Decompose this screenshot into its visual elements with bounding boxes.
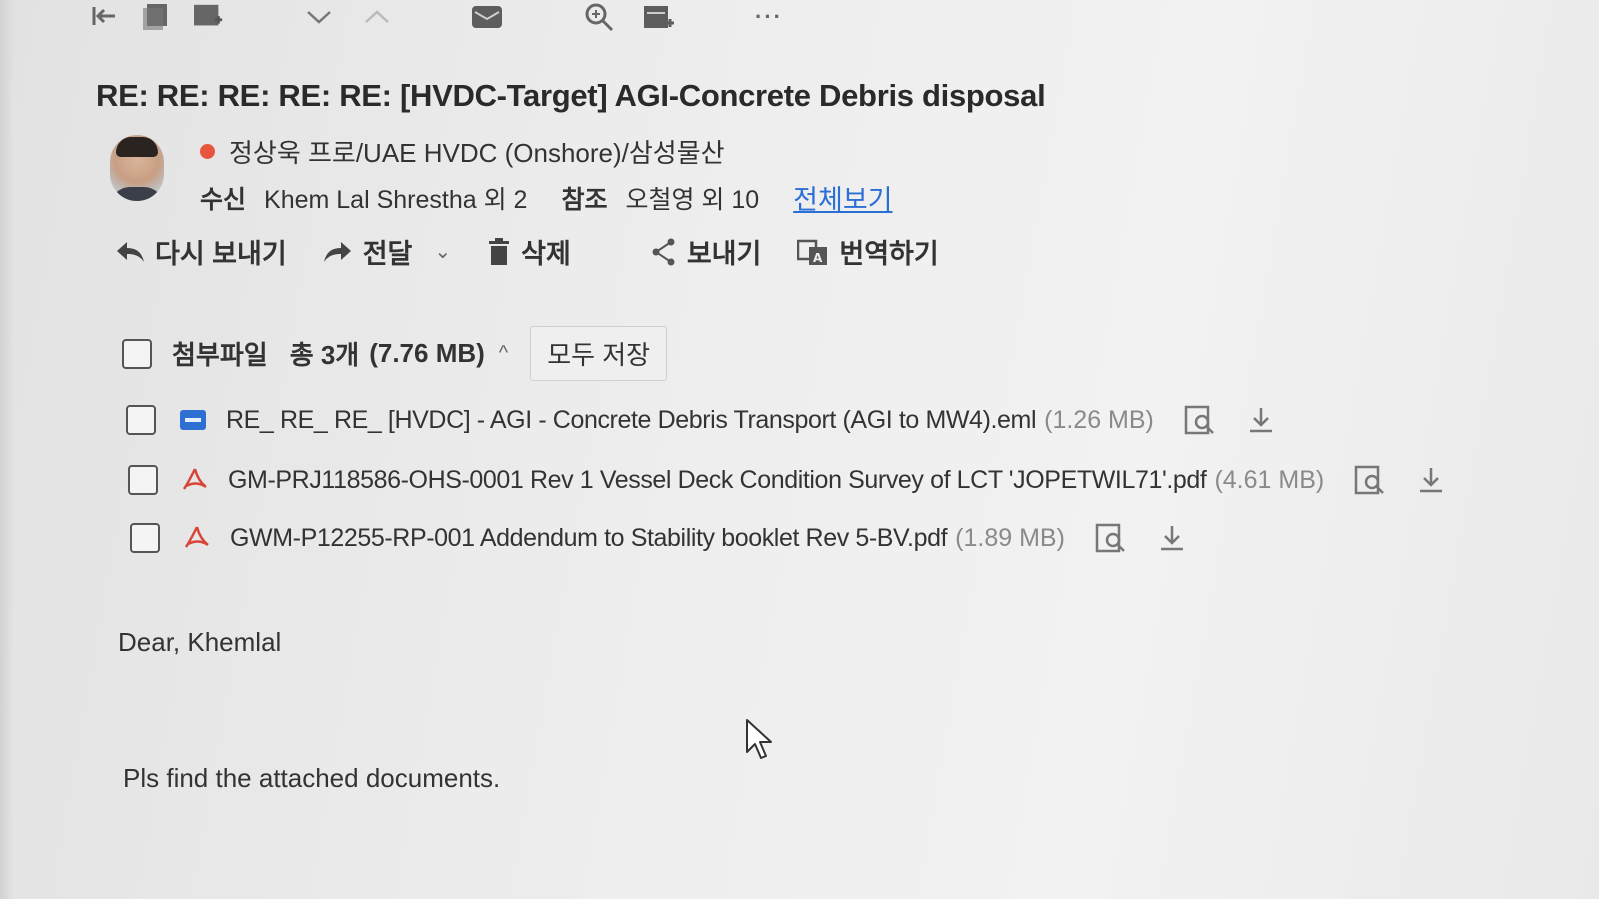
reply-button[interactable]: 다시 보내기 (115, 232, 287, 271)
share-icon (651, 238, 677, 266)
zoom-icon[interactable] (584, 2, 614, 32)
back-to-first-icon[interactable] (90, 2, 120, 32)
collapse-attachments-chevron-icon[interactable]: ^ (499, 342, 508, 365)
attachments-title: 첨부파일 (172, 340, 268, 370)
forward-dropdown-chevron-icon[interactable]: ⌄ (434, 239, 451, 264)
mail-icon[interactable] (472, 2, 502, 32)
to-label: 수신 (200, 185, 247, 214)
delete-button[interactable]: 삭제 (487, 232, 571, 271)
window-edge (0, 0, 14, 899)
email-file-icon (178, 410, 208, 430)
attachments-header: 첨부파일 총 3개 (7.76 MB) ^ 모두 저장 (122, 326, 668, 381)
avatar-hair (116, 137, 158, 157)
forward-icon (323, 240, 353, 264)
reply-icon (115, 240, 145, 264)
pdf-file-icon (180, 467, 210, 493)
delete-label: 삭제 (521, 239, 571, 269)
download-icon[interactable] (1248, 406, 1274, 434)
preview-icon[interactable] (1095, 523, 1127, 553)
translate-icon: A (797, 238, 829, 266)
email-reader-page: ··· RE: RE: RE: RE: RE: [HVDC-Target] AG… (0, 0, 1599, 899)
message-actions: 다시 보내기 전달 ⌄ 삭제 보내기 A 번역하기 (115, 232, 975, 271)
attachment-size: (1.89 MB) (955, 523, 1065, 552)
sender-name[interactable]: 정상욱 프로/UAE HVDC (Onshore)/삼성물산 (229, 133, 725, 170)
view-all-recipients-link[interactable]: 전체보기 (793, 178, 892, 217)
presence-status-icon (200, 144, 215, 159)
avatar-shoulders (110, 187, 164, 201)
attachment-filename[interactable]: RE_ RE_ RE_ [HVDC] - AGI - Concrete Debr… (226, 406, 1037, 435)
attachment-row: GM-PRJ118586-OHS-0001 Rev 1 Vessel Deck … (128, 465, 1444, 495)
pdf-file-icon (182, 525, 212, 551)
move-icon[interactable] (194, 2, 224, 32)
attachment-filename[interactable]: GM-PRJ118586-OHS-0001 Rev 1 Vessel Deck … (228, 466, 1207, 495)
mouse-pointer-icon (745, 718, 775, 765)
top-toolbar: ··· (90, 0, 784, 34)
attachment-size: (4.61 MB) (1214, 465, 1325, 494)
attachment-row: RE_ RE_ RE_ [HVDC] - AGI - Concrete Debr… (126, 405, 1274, 435)
reply-label: 다시 보내기 (155, 239, 287, 269)
attachment-checkbox[interactable] (128, 465, 158, 495)
cc-recipients[interactable]: 오철영 외 10 (625, 180, 759, 216)
sender-row: 정상욱 프로/UAE HVDC (Onshore)/삼성물산 (200, 133, 725, 170)
download-icon[interactable] (1418, 466, 1444, 494)
attachment-checkbox[interactable] (130, 523, 160, 553)
previous-message-icon[interactable] (362, 2, 392, 32)
email-subject: RE: RE: RE: RE: RE: [HVDC-Target] AGI-Co… (96, 78, 1046, 113)
attachment-size: (1.26 MB) (1044, 405, 1154, 434)
translate-label: 번역하기 (839, 239, 939, 269)
calendar-icon[interactable] (644, 2, 674, 32)
save-icon[interactable] (142, 2, 172, 32)
download-icon[interactable] (1159, 524, 1185, 552)
next-message-icon[interactable] (304, 2, 334, 32)
preview-icon[interactable] (1354, 465, 1386, 495)
save-all-button[interactable]: 모두 저장 (530, 326, 668, 381)
share-label: 보내기 (686, 239, 762, 269)
translate-button[interactable]: A 번역하기 (797, 232, 939, 271)
forward-button[interactable]: 전달 ⌄ (323, 232, 451, 271)
share-button[interactable]: 보내기 (651, 232, 762, 271)
trash-icon (487, 237, 511, 266)
forward-label: 전달 (362, 239, 413, 269)
email-greeting: Dear, Khemlal (118, 627, 282, 657)
attachment-checkbox[interactable] (126, 405, 156, 435)
attachments-count: 총 3개 (289, 340, 360, 370)
to-recipients[interactable]: Khem Lal Shrestha 외 2 (264, 180, 527, 216)
avatar (110, 135, 164, 201)
preview-icon[interactable] (1184, 405, 1216, 435)
svg-text:A: A (813, 251, 823, 265)
select-all-attachments-checkbox[interactable] (122, 338, 152, 369)
attachment-filename[interactable]: GWM-P12255-RP-001 Addendum to Stability … (230, 524, 948, 553)
attachment-row: GWM-P12255-RP-001 Addendum to Stability … (130, 523, 1185, 553)
more-icon[interactable]: ··· (754, 2, 784, 32)
cc-label: 참조 (561, 185, 608, 214)
attachments-total-size: (7.76 MB) (369, 338, 485, 368)
email-body-line: Pls find the attached documents. (123, 763, 501, 793)
recipients-row: 수신 Khem Lal Shrestha 외 2 참조 오철영 외 10 전체보… (200, 178, 893, 217)
